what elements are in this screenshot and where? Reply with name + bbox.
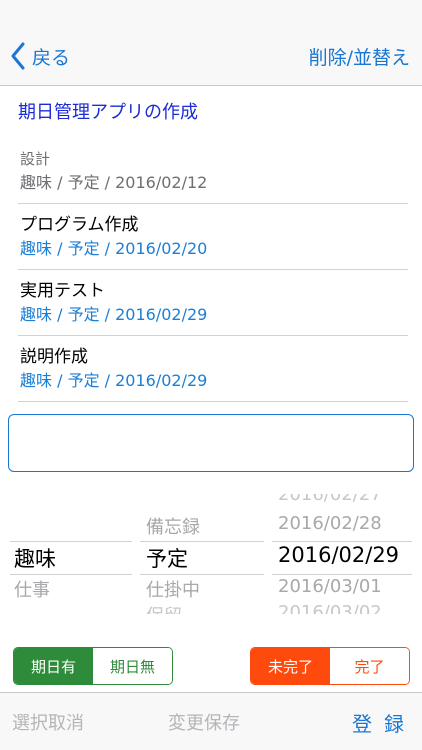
category-option[interactable]: 仕事 — [14, 576, 132, 602]
category-selected[interactable]: 趣味 — [14, 543, 132, 573]
date-option[interactable]: 2016/02/27 — [278, 494, 412, 505]
type-selected[interactable]: 予定 — [146, 543, 264, 573]
save-changes-button[interactable]: 変更保存 — [168, 693, 240, 750]
task-item-documentation[interactable]: 説明作成 趣味 / 予定 / 2016/02/29 — [0, 336, 422, 402]
type-option[interactable]: 備忘録 — [146, 513, 264, 539]
picker-line — [140, 574, 264, 575]
status-incomplete-option[interactable]: 未完了 — [251, 648, 330, 684]
date-option[interactable]: 2016/03/01 — [278, 576, 412, 597]
picker-line — [140, 541, 264, 542]
date-option[interactable]: 2016/02/28 — [278, 513, 412, 534]
clear-selection-button[interactable]: 選択取消 — [12, 693, 84, 750]
task-item-testing[interactable]: 実用テスト 趣味 / 予定 / 2016/02/29 — [0, 270, 422, 336]
register-button[interactable]: 登録 — [352, 693, 416, 750]
status-complete-option[interactable]: 完了 — [330, 648, 409, 684]
task-meta: 趣味 / 予定 / 2016/02/20 — [20, 239, 208, 258]
due-date-toggle: 期日有 期日無 — [13, 647, 173, 685]
project-title: 期日管理アプリの作成 — [18, 102, 198, 123]
type-picker[interactable]: 備忘録 予定 仕掛中 保留 — [140, 494, 264, 614]
picker-line — [10, 574, 132, 575]
date-picker[interactable]: 2016/02/27 2016/02/28 2016/02/29 2016/03… — [272, 494, 412, 614]
task-meta: 趣味 / 予定 / 2016/02/29 — [20, 305, 208, 324]
due-date-on-option[interactable]: 期日有 — [14, 648, 93, 684]
category-picker[interactable]: 趣味 仕事 — [10, 494, 132, 614]
task-name: 設計 — [20, 150, 51, 168]
task-item-design[interactable]: 設計 趣味 / 予定 / 2016/02/12 — [0, 138, 422, 204]
back-button[interactable]: 戻る — [10, 38, 70, 74]
navigation-bar: 戻る 削除/並替え — [0, 0, 422, 86]
delete-reorder-button[interactable]: 削除/並替え — [309, 38, 410, 74]
bottom-toolbar: 選択取消 変更保存 登録 — [0, 692, 422, 750]
due-date-off-option[interactable]: 期日無 — [93, 648, 172, 684]
task-list: 設計 趣味 / 予定 / 2016/02/12 プログラム作成 趣味 / 予定 … — [0, 138, 422, 402]
task-name: プログラム作成 — [20, 215, 139, 235]
status-toggle: 未完了 完了 — [250, 647, 410, 685]
task-meta: 趣味 / 予定 / 2016/02/29 — [20, 371, 208, 390]
picker-line — [272, 574, 412, 575]
back-label: 戻る — [32, 46, 71, 69]
date-option[interactable]: 2016/03/02 — [278, 602, 412, 614]
picker-line — [10, 541, 132, 542]
task-meta: 趣味 / 予定 / 2016/02/12 — [20, 173, 208, 192]
date-selected[interactable]: 2016/02/29 — [278, 543, 412, 567]
picker-line — [272, 541, 412, 542]
chevron-left-icon — [11, 42, 25, 70]
task-item-programming[interactable]: プログラム作成 趣味 / 予定 / 2016/02/20 — [0, 204, 422, 270]
type-option[interactable]: 仕掛中 — [146, 576, 264, 602]
divider — [18, 401, 408, 402]
task-name: 説明作成 — [20, 347, 88, 367]
memo-input[interactable] — [8, 414, 414, 472]
task-name: 実用テスト — [20, 281, 105, 301]
type-option[interactable]: 保留 — [146, 602, 264, 614]
